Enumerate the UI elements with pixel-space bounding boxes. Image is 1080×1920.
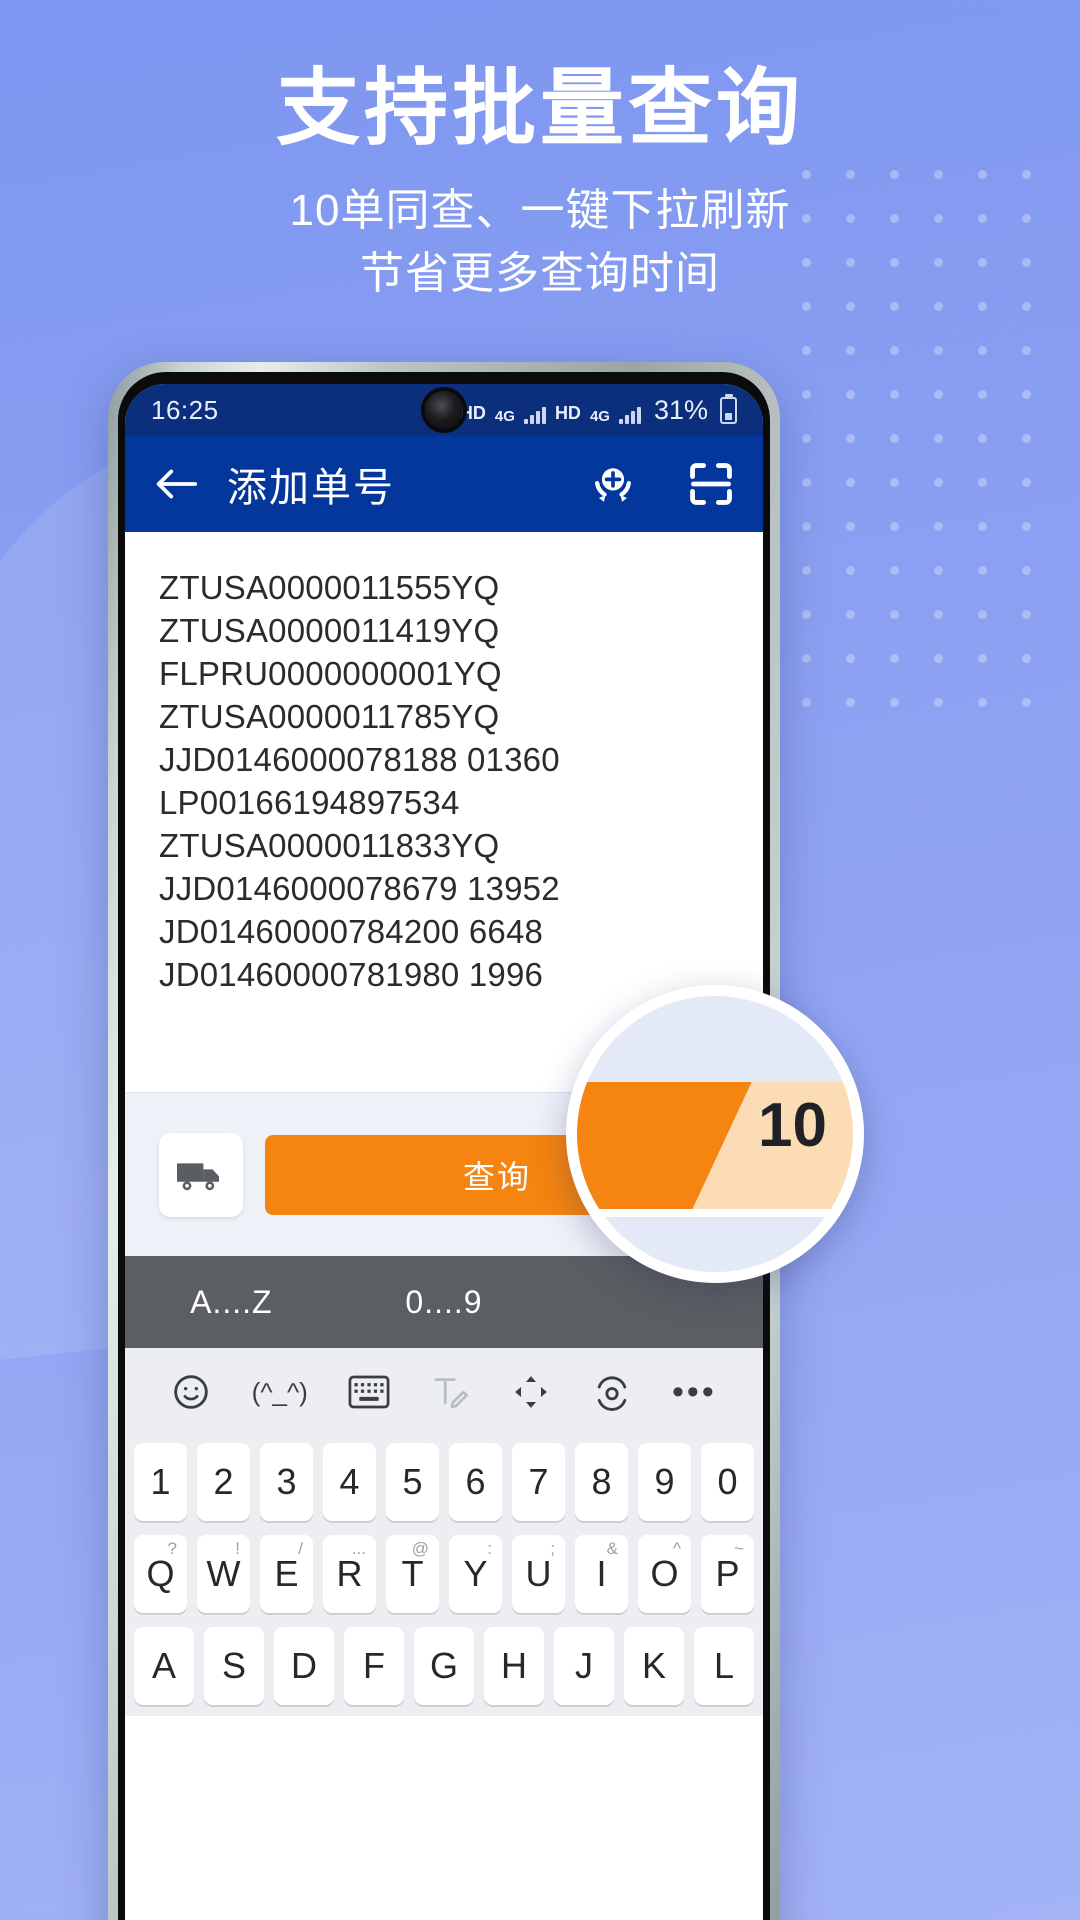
key-d[interactable]: D: [274, 1627, 334, 1705]
network-label-1: 4G: [494, 407, 515, 425]
list-item[interactable]: JD01460000784200 6648: [159, 910, 729, 953]
app-bar-title: 添加单号: [227, 466, 395, 510]
promo-subline-2: 节省更多查询时间: [360, 248, 720, 298]
batch-count-badge: 10: [758, 1090, 827, 1160]
list-item[interactable]: ZTUSA0000011555YQ: [159, 566, 729, 609]
keyboard-number-row: 1234567890: [125, 1436, 763, 1528]
promo-text-block: 支持批量查询 10单同查、一键下拉刷新 节省更多查询时间: [0, 62, 1080, 305]
key-3[interactable]: 3: [260, 1443, 313, 1521]
promo-subline-1: 10单同查、一键下拉刷新: [289, 186, 791, 236]
list-item[interactable]: ZTUSA0000011419YQ: [159, 609, 729, 652]
emoji-icon[interactable]: [171, 1372, 211, 1412]
shortcut-letters[interactable]: A....Z: [125, 1284, 338, 1321]
key-1[interactable]: 1: [134, 1443, 187, 1521]
key-superscript: /: [298, 1539, 303, 1558]
key-o[interactable]: ^ O: [638, 1535, 691, 1613]
key-r[interactable]: ... R: [323, 1535, 376, 1613]
key-superscript: !: [235, 1539, 240, 1558]
magnifier-top-band: [577, 996, 853, 1090]
signal-bars-1: [523, 406, 546, 424]
scan-qr-icon[interactable]: [687, 460, 735, 508]
key-l[interactable]: L: [694, 1627, 754, 1705]
key-a[interactable]: A: [134, 1627, 194, 1705]
list-item[interactable]: LP00166194897534: [159, 781, 729, 824]
key-6[interactable]: 6: [449, 1443, 502, 1521]
key-superscript: ^: [673, 1539, 681, 1558]
battery-icon: [720, 396, 737, 424]
key-0[interactable]: 0: [701, 1443, 754, 1521]
key-2[interactable]: 2: [197, 1443, 250, 1521]
magnifier-footer-band: [577, 1216, 853, 1272]
status-bar: 16:25 HD 4G HD 4G 31%: [125, 384, 763, 436]
hd-label-2: HD: [554, 402, 581, 423]
kaomoji-icon[interactable]: (^_^): [252, 1377, 308, 1408]
status-indicators: HD 4G HD 4G 31%: [423, 394, 737, 425]
key-superscript: ?: [167, 1539, 177, 1558]
key-q[interactable]: ? Q: [134, 1535, 187, 1613]
truck-icon[interactable]: [159, 1132, 243, 1217]
keyboard-letter-row: ? Q! W / E... R @ T: Y; U & I ^ O ~ P: [125, 1528, 763, 1620]
more-options-icon[interactable]: •••: [672, 1373, 717, 1412]
key-superscript: ...: [351, 1539, 366, 1558]
key-superscript: &: [606, 1539, 618, 1558]
shortcut-digits[interactable]: 0....9: [338, 1284, 551, 1321]
list-item[interactable]: JJD0146000078679 13952: [159, 867, 729, 910]
key-i[interactable]: & I: [575, 1535, 628, 1613]
magnifier-callout: 10: [566, 985, 864, 1283]
virtual-keyboard: (^_^) ••• 1 2 3 4 5 6 7 8 9 0 ? Q ! W / …: [125, 1348, 763, 1716]
list-item[interactable]: JD01460000781980 1996: [159, 953, 729, 996]
keyboard-icon[interactable]: [348, 1375, 390, 1409]
list-item[interactable]: JJD0146000078188 01360: [159, 738, 729, 781]
list-item[interactable]: FLPRU0000000001YQ: [159, 652, 729, 695]
list-item[interactable]: ZTUSA0000011785YQ: [159, 695, 729, 738]
network-label-2: 4G: [589, 407, 610, 425]
battery-percent: 31%: [653, 394, 708, 425]
key-k[interactable]: K: [624, 1627, 684, 1705]
key-7[interactable]: 7: [512, 1443, 565, 1521]
handwriting-icon[interactable]: [431, 1373, 471, 1411]
key-superscript: ~: [734, 1539, 744, 1558]
key-f[interactable]: F: [344, 1627, 404, 1705]
keyboard-toolbar: (^_^) •••: [125, 1348, 763, 1436]
key-t[interactable]: @ T: [386, 1535, 439, 1613]
app-bar: 添加单号: [125, 436, 763, 532]
hd-label-1: HD: [459, 402, 486, 423]
key-superscript: @: [411, 1539, 429, 1558]
key-u[interactable]: ; U: [512, 1535, 565, 1613]
settings-gear-icon[interactable]: [592, 1372, 632, 1412]
refresh-add-icon[interactable]: [589, 460, 637, 508]
front-camera-punch-hole: [425, 391, 463, 429]
status-time: 16:25: [151, 394, 219, 425]
key-h[interactable]: H: [484, 1627, 544, 1705]
key-s[interactable]: S: [204, 1627, 264, 1705]
key-w[interactable]: ! W: [197, 1535, 250, 1613]
key-e[interactable]: / E: [260, 1535, 313, 1613]
key-superscript: ;: [550, 1539, 555, 1558]
key-superscript: :: [487, 1539, 492, 1558]
key-g[interactable]: G: [414, 1627, 474, 1705]
key-8[interactable]: 8: [575, 1443, 628, 1521]
list-item[interactable]: ZTUSA0000011833YQ: [159, 824, 729, 867]
key-4[interactable]: 4: [323, 1443, 376, 1521]
key-9[interactable]: 9: [638, 1443, 691, 1521]
keyboard-letter-row-partial: ASDFGHJKL: [125, 1620, 763, 1712]
back-arrow-icon[interactable]: [153, 466, 199, 502]
resize-icon[interactable]: [511, 1372, 551, 1412]
key-j[interactable]: J: [554, 1627, 614, 1705]
key-5[interactable]: 5: [386, 1443, 439, 1521]
promo-headline: 支持批量查询: [275, 61, 804, 155]
signal-bars-2: [618, 406, 641, 424]
key-y[interactable]: :Y: [449, 1535, 502, 1613]
key-p[interactable]: ~ P: [701, 1535, 754, 1613]
